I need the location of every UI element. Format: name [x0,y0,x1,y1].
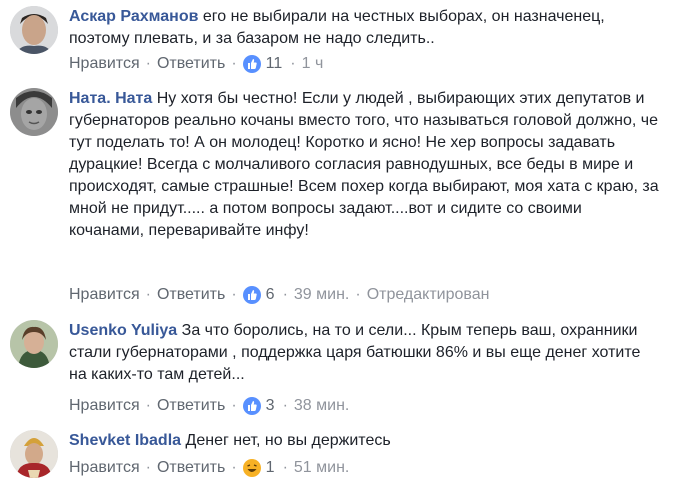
comment-body: Аскар Рахманов его не выбирали на честны… [69,6,661,50]
like-button[interactable]: Нравится [69,284,140,306]
avatar[interactable] [10,6,58,54]
reaction-count[interactable]: 11 [266,53,283,75]
author-name[interactable]: Аскар Рахманов [69,8,198,25]
comment-text: Денег нет, но вы держитесь [185,432,391,449]
reaction-count[interactable]: 3 [266,395,275,417]
like-button[interactable]: Нравится [69,395,140,417]
separator: · [231,55,237,72]
avatar[interactable] [10,320,58,368]
comment-body: Ната. Ната Ну хотя бы честно! Если у люд… [69,88,661,242]
edited-label[interactable]: Отредактирован [367,284,490,306]
avatar[interactable] [10,88,58,136]
like-icon[interactable] [242,286,261,304]
reply-button[interactable]: Ответить [157,457,225,479]
separator: · [145,55,151,72]
comment-actions: Нравится · Ответить · 3 · 38 мин. [69,395,349,417]
author-name[interactable]: Shevket Ibadla [69,432,181,449]
separator: · [145,459,151,476]
separator: · [282,459,288,476]
like-button[interactable]: Нравится [69,53,140,75]
comment-body: Shevket Ibadla Денег нет, но вы держитес… [69,430,661,452]
like-button[interactable]: Нравится [69,457,140,479]
comment-body: Usenko Yuliya За что боролись, на то и с… [69,320,661,386]
reaction-count[interactable]: 1 [266,457,275,479]
reaction-count[interactable]: 6 [266,284,275,306]
like-icon[interactable] [242,55,261,73]
avatar[interactable] [10,430,58,478]
separator: · [290,55,296,72]
author-name[interactable]: Usenko Yuliya [69,322,177,339]
separator: · [282,397,288,414]
comment-actions: Нравится · Ответить · 6 · 39 мин. · Отре… [69,284,489,306]
timestamp[interactable]: 51 мин. [294,457,349,479]
reply-button[interactable]: Ответить [157,284,225,306]
reply-button[interactable]: Ответить [157,53,225,75]
separator: · [231,286,237,303]
author-name[interactable]: Ната. Ната [69,90,152,107]
separator: · [145,397,151,414]
haha-icon[interactable] [242,459,261,477]
separator: · [231,397,237,414]
comment-actions: Нравится · Ответить · 11 · 1 ч [69,53,323,75]
comment-actions: Нравится · Ответить · 1 · 51 мин. [69,457,349,479]
reply-button[interactable]: Ответить [157,395,225,417]
timestamp[interactable]: 38 мин. [294,395,349,417]
separator: · [355,286,361,303]
separator: · [145,286,151,303]
timestamp[interactable]: 1 ч [302,53,324,75]
separator: · [282,286,288,303]
timestamp[interactable]: 39 мин. [294,284,349,306]
like-icon[interactable] [242,397,261,415]
comment-text: Ну хотя бы честно! Если у людей , выбира… [69,90,659,239]
separator: · [231,459,237,476]
